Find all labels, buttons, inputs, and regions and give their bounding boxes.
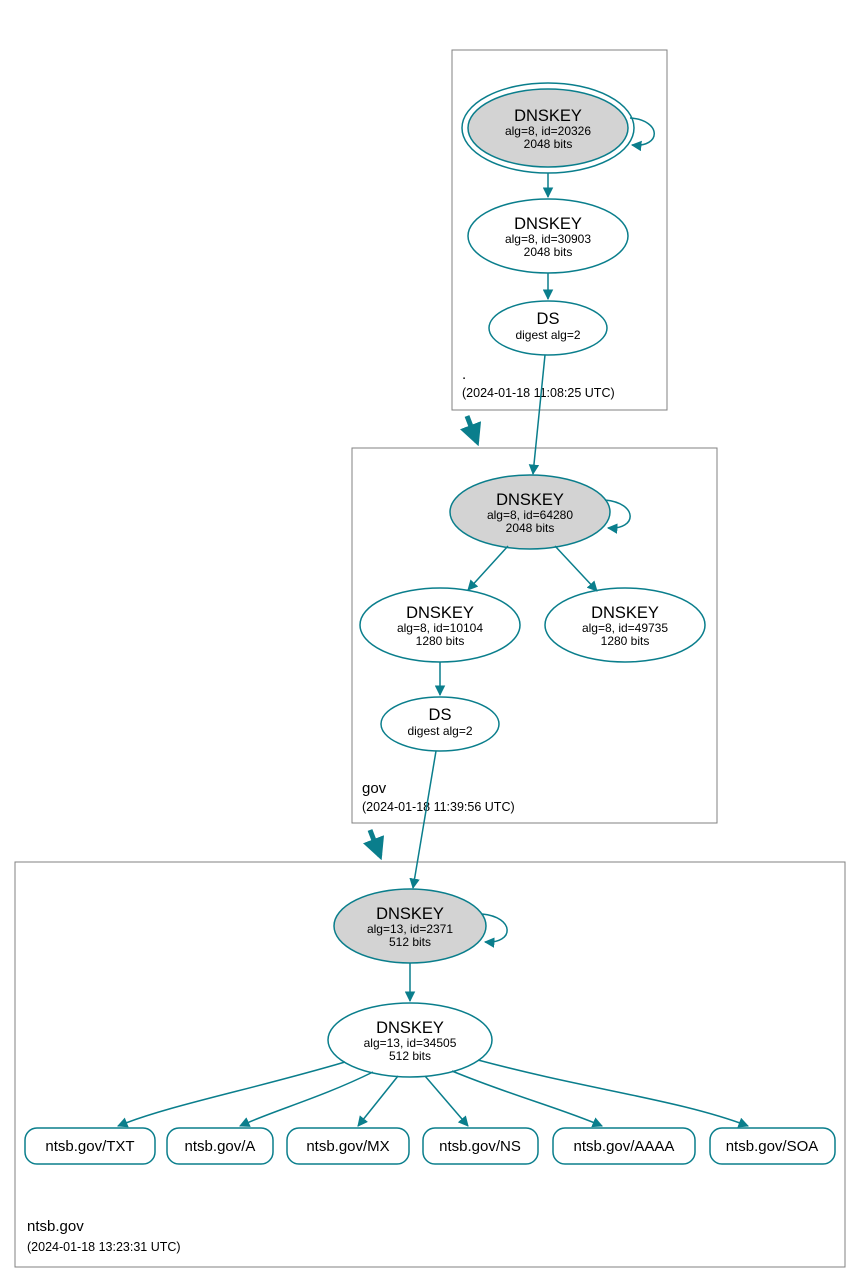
svg-text:2048 bits: 2048 bits (506, 521, 555, 535)
svg-text:alg=13, id=34505: alg=13, id=34505 (364, 1036, 457, 1050)
edge-zsk-txt (118, 1062, 345, 1126)
svg-text:ntsb.gov/AAAA: ntsb.gov/AAAA (574, 1138, 675, 1155)
svg-text:ntsb.gov/A: ntsb.gov/A (185, 1138, 256, 1155)
record-ns: ntsb.gov/NS (423, 1128, 538, 1164)
svg-text:DNSKEY: DNSKEY (406, 604, 474, 622)
svg-text:2048 bits: 2048 bits (524, 245, 573, 259)
svg-text:alg=8, id=10104: alg=8, id=10104 (397, 621, 483, 635)
record-txt: ntsb.gov/TXT (25, 1128, 155, 1164)
node-root-ds: DS digest alg=2 (489, 301, 607, 355)
node-gov-zsk-49735: DNSKEY alg=8, id=49735 1280 bits (545, 588, 705, 662)
svg-text:ntsb.gov/MX: ntsb.gov/MX (306, 1138, 389, 1155)
svg-text:DNSKEY: DNSKEY (376, 1019, 444, 1037)
svg-text:alg=8, id=64280: alg=8, id=64280 (487, 508, 573, 522)
svg-text:DNSKEY: DNSKEY (496, 491, 564, 509)
svg-text:DNSKEY: DNSKEY (514, 107, 582, 125)
zone-name-ntsb: ntsb.gov (27, 1218, 84, 1235)
edge-zsk-soa (478, 1060, 748, 1126)
zone-time-gov: (2024-01-18 11:39:56 UTC) (362, 800, 515, 814)
node-gov-ksk: DNSKEY alg=8, id=64280 2048 bits (450, 475, 610, 549)
record-a: ntsb.gov/A (167, 1128, 273, 1164)
edge-root-to-gov-thick (467, 416, 477, 442)
edge-gov-ksk-zsk2 (555, 546, 597, 591)
svg-text:512 bits: 512 bits (389, 1049, 431, 1063)
svg-text:DNSKEY: DNSKEY (376, 905, 444, 923)
edge-zsk-mx (358, 1076, 398, 1126)
zone-time-root: (2024-01-18 11:08:25 UTC) (462, 386, 615, 400)
edge-gov-to-ntsb-thick (370, 830, 380, 856)
svg-text:1280 bits: 1280 bits (601, 634, 650, 648)
svg-text:ntsb.gov/NS: ntsb.gov/NS (439, 1138, 521, 1155)
edge-zsk-ns (425, 1076, 468, 1126)
dnssec-graph: . (2024-01-18 11:08:25 UTC) gov (2024-01… (0, 0, 860, 1278)
svg-text:digest alg=2: digest alg=2 (407, 724, 472, 738)
svg-text:alg=8, id=49735: alg=8, id=49735 (582, 621, 668, 635)
edge-gov-ds-ntsb-ksk (413, 751, 436, 888)
svg-text:alg=8, id=20326: alg=8, id=20326 (505, 124, 591, 138)
svg-text:alg=13, id=2371: alg=13, id=2371 (367, 922, 453, 936)
svg-text:DS: DS (429, 706, 452, 724)
edge-root-ds-gov-ksk (533, 355, 545, 474)
edge-zsk-a (240, 1072, 373, 1126)
zone-time-ntsb: (2024-01-18 13:23:31 UTC) (27, 1240, 181, 1254)
node-gov-ds: DS digest alg=2 (381, 697, 499, 751)
svg-text:digest alg=2: digest alg=2 (515, 328, 580, 342)
svg-text:DNSKEY: DNSKEY (591, 604, 659, 622)
zone-name-root: . (462, 366, 466, 383)
svg-text:alg=8, id=30903: alg=8, id=30903 (505, 232, 591, 246)
edge-zsk-aaaa (452, 1071, 602, 1126)
record-mx: ntsb.gov/MX (287, 1128, 409, 1164)
node-gov-zsk-10104: DNSKEY alg=8, id=10104 1280 bits (360, 588, 520, 662)
record-aaaa: ntsb.gov/AAAA (553, 1128, 695, 1164)
svg-text:2048 bits: 2048 bits (524, 137, 573, 151)
svg-text:512 bits: 512 bits (389, 935, 431, 949)
zone-name-gov: gov (362, 780, 387, 797)
node-ntsb-zsk: DNSKEY alg=13, id=34505 512 bits (328, 1003, 492, 1077)
edge-gov-ksk-zsk1 (468, 546, 508, 590)
svg-text:ntsb.gov/TXT: ntsb.gov/TXT (45, 1138, 134, 1155)
svg-text:DS: DS (537, 310, 560, 328)
record-soa: ntsb.gov/SOA (710, 1128, 835, 1164)
svg-text:DNSKEY: DNSKEY (514, 215, 582, 233)
node-root-ksk: DNSKEY alg=8, id=20326 2048 bits (462, 83, 634, 173)
node-root-zsk: DNSKEY alg=8, id=30903 2048 bits (468, 199, 628, 273)
svg-text:1280 bits: 1280 bits (416, 634, 465, 648)
node-ntsb-ksk: DNSKEY alg=13, id=2371 512 bits (334, 889, 486, 963)
svg-text:ntsb.gov/SOA: ntsb.gov/SOA (726, 1138, 819, 1155)
